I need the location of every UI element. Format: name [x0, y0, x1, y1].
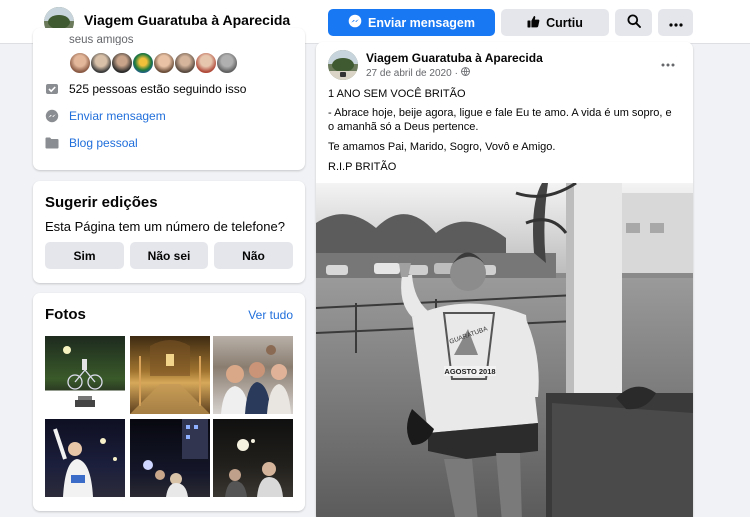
friend-avatar[interactable]: [132, 52, 154, 74]
thumbs-up-icon: [527, 15, 540, 31]
post-text-line: 1 ANO SEM VOCÊ BRITÃO: [328, 88, 466, 100]
suggest-edits-card: Sugerir edições Esta Página tem um númer…: [33, 181, 305, 283]
see-all-link[interactable]: Ver tudo: [248, 308, 293, 322]
dont-know-button[interactable]: Não sei: [130, 242, 208, 269]
post-photo-graphic: GUARATUBA AGOSTO 2018: [316, 183, 693, 517]
more-dots-icon: [668, 16, 683, 30]
friend-avatar[interactable]: [216, 52, 238, 74]
send-message-row[interactable]: Enviar mensagem: [45, 109, 166, 123]
photo-thumbnail[interactable]: [130, 336, 210, 414]
post-photo[interactable]: GUARATUBA AGOSTO 2018: [316, 183, 693, 517]
friend-avatar[interactable]: [90, 52, 112, 74]
post-text-line: - Abrace hoje, beije agora, ligue e fale…: [328, 107, 672, 119]
friend-avatar[interactable]: [153, 52, 175, 74]
post-date[interactable]: 27 de abril de 2020: [366, 68, 452, 79]
blog-link[interactable]: Blog pessoal: [69, 136, 138, 150]
post-meta: 27 de abril de 2020 ·: [366, 67, 470, 79]
send-message-button[interactable]: Enviar mensagem: [328, 9, 495, 36]
friends-caption: seus amigos: [69, 36, 134, 45]
post-author-avatar[interactable]: [328, 50, 358, 80]
suggest-edits-title: Sugerir edições: [45, 194, 158, 211]
messenger-icon: [45, 109, 59, 123]
about-card: seus amigos 525 pessoas estão seguindo i…: [33, 28, 305, 170]
followers-text: 525 pessoas estão seguindo isso: [69, 82, 247, 96]
post-text-line: o amanhã só a Deus pertence.: [328, 121, 479, 133]
followers-icon: [45, 82, 59, 96]
meta-separator: ·: [454, 67, 458, 79]
liked-button[interactable]: Curtiu: [501, 9, 609, 36]
photos-title: Fotos: [45, 306, 86, 323]
post-author-name[interactable]: Viagem Guaratuba à Aparecida: [366, 51, 543, 65]
post-text-line: Te amamos Pai, Marido, Sogro, Vovô e Ami…: [328, 141, 556, 153]
yes-button[interactable]: Sim: [45, 242, 124, 269]
friend-avatar[interactable]: [195, 52, 217, 74]
blog-row[interactable]: Blog pessoal: [45, 136, 138, 150]
page-title[interactable]: Viagem Guaratuba à Aparecida: [84, 12, 290, 28]
send-message-link[interactable]: Enviar mensagem: [69, 109, 166, 123]
suggest-question: Esta Página tem um número de telefone?: [45, 219, 285, 234]
globe-icon: [461, 67, 470, 79]
shirt-text: AGOSTO 2018: [444, 367, 495, 376]
folder-icon: [45, 136, 59, 150]
photo-thumbnail[interactable]: [130, 419, 210, 497]
friend-avatar[interactable]: [111, 52, 133, 74]
photo-thumbnail[interactable]: [45, 336, 125, 414]
photo-thumbnail[interactable]: [213, 336, 293, 414]
liked-label: Curtiu: [546, 15, 583, 30]
messenger-icon: [348, 14, 362, 31]
search-button[interactable]: [615, 9, 652, 36]
friends-faces: [69, 52, 238, 74]
more-options-button[interactable]: [658, 9, 693, 36]
more-dots-icon: [661, 63, 675, 67]
post-text-line: R.I.P BRITÃO: [328, 161, 397, 173]
friend-avatar[interactable]: [174, 52, 196, 74]
followers-row: 525 pessoas estão seguindo isso: [45, 82, 246, 96]
photo-thumbnail[interactable]: [45, 419, 125, 497]
no-button[interactable]: Não: [214, 242, 293, 269]
photos-card: Fotos Ver tudo: [33, 293, 305, 511]
friend-avatar[interactable]: [69, 52, 91, 74]
post-card: Viagem Guaratuba à Aparecida 27 de abril…: [316, 42, 693, 517]
search-icon: [627, 14, 641, 31]
send-message-label: Enviar mensagem: [368, 15, 475, 30]
photo-thumbnail[interactable]: [213, 419, 293, 497]
post-options-button[interactable]: [661, 54, 675, 70]
